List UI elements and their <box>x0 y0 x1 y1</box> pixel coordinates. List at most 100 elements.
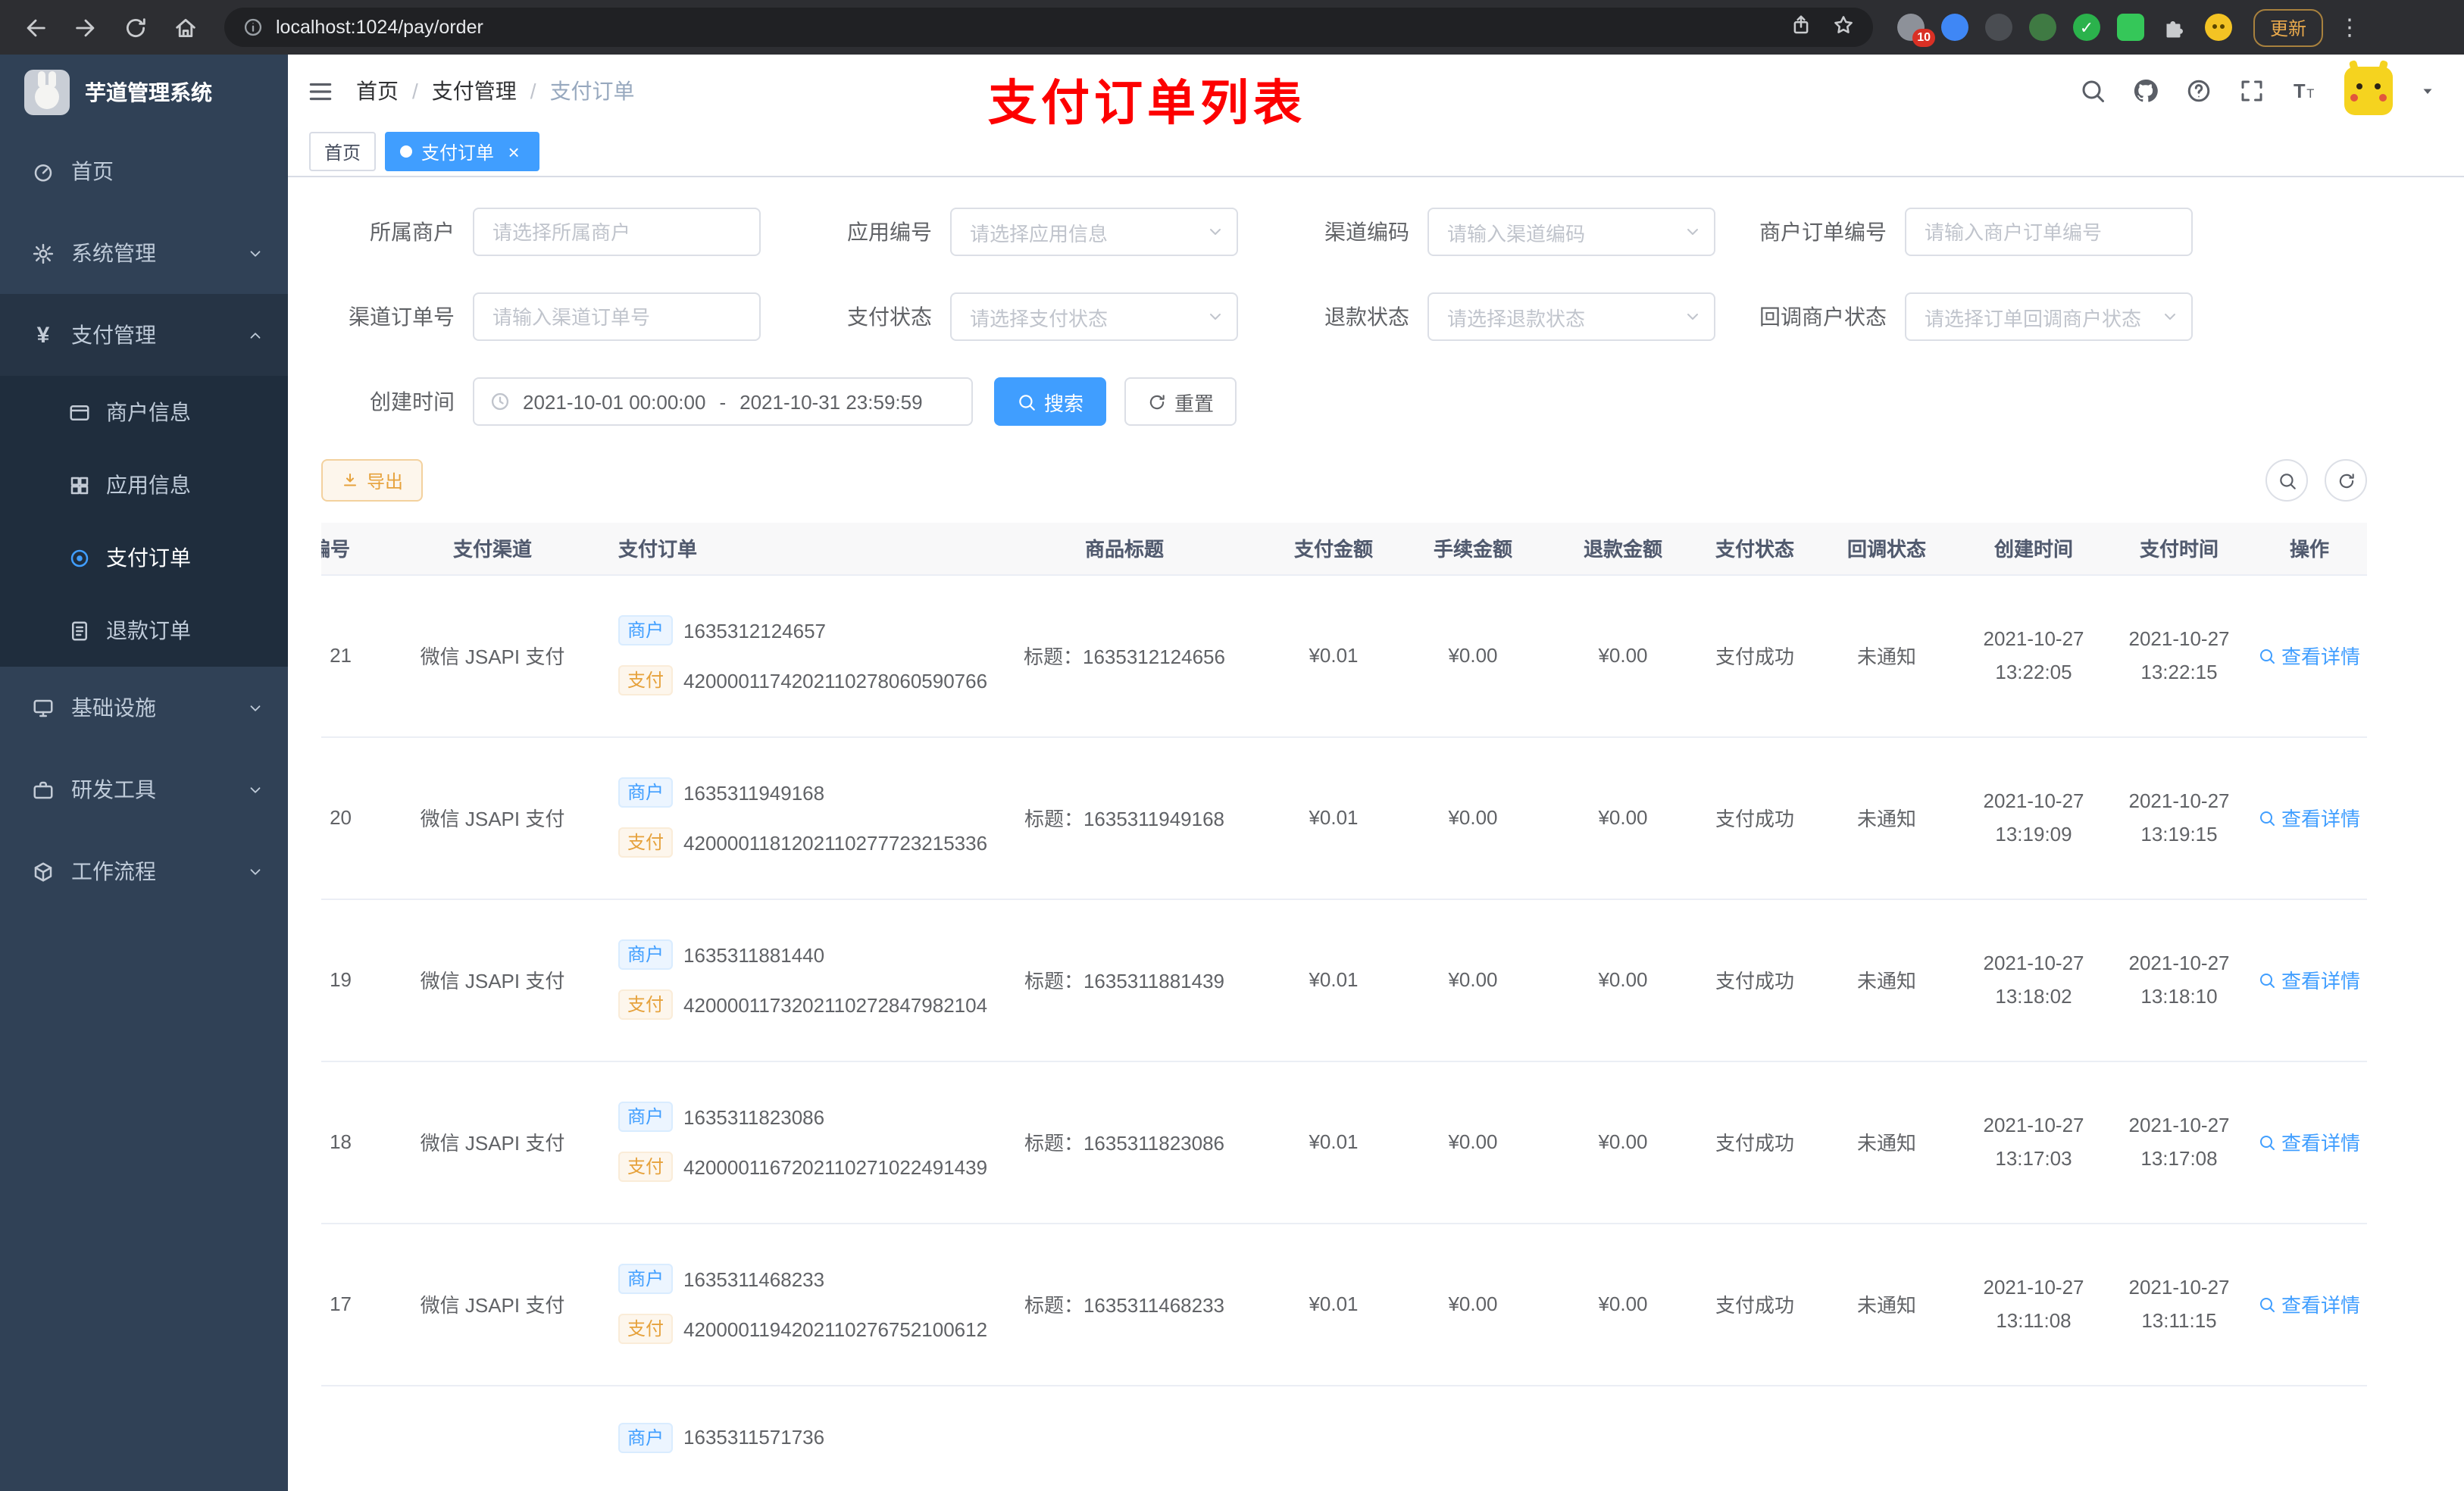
chevron-down-icon <box>1687 314 1698 320</box>
toggle-search-button[interactable] <box>2265 459 2308 502</box>
table-toolbar: 导出 <box>321 459 2434 502</box>
sidebar-item-home[interactable]: 首页 <box>0 130 288 212</box>
pay-status-select[interactable]: 请选择支付状态 <box>950 292 1238 341</box>
fee-amount: ¥0.00 <box>1397 1061 1549 1224</box>
order-id: 20 <box>321 736 379 899</box>
fee-amount: ¥0.00 <box>1397 1223 1549 1386</box>
notify-status: 未通知 <box>1812 1061 1961 1224</box>
user-avatar[interactable] <box>2344 60 2393 115</box>
tags-view-bar: 首页 支付订单 × <box>288 127 2464 177</box>
search-icon <box>1019 394 1035 410</box>
monitor-icon <box>30 696 56 719</box>
site-info-icon[interactable] <box>242 17 264 38</box>
breadcrumb-payment[interactable]: 支付管理 <box>432 76 517 106</box>
home-icon[interactable] <box>165 8 205 47</box>
refund-status-select[interactable]: 请选择退款状态 <box>1427 292 1715 341</box>
create-time: 2021-10-27 13:18:02 <box>1961 899 2106 1061</box>
pay-order-cell: 商户 1635311881440 支付 4200001173202110272847… <box>618 939 987 1020</box>
breadcrumb-home[interactable]: 首页 <box>356 76 399 106</box>
browser-menu-icon[interactable]: ⋮ <box>2338 14 2361 41</box>
extension-icon-dark[interactable] <box>1985 14 2012 41</box>
refresh-table-button[interactable] <box>2325 459 2367 502</box>
merchant-order-no: 1635311571736 <box>683 1426 825 1449</box>
forward-icon[interactable] <box>65 8 105 47</box>
reset-button[interactable]: 重置 <box>1124 377 1237 426</box>
extension-icon-badged[interactable]: 10 <box>1897 14 1935 47</box>
app-title: 芋道管理系统 <box>85 80 212 105</box>
create-time-range-picker[interactable]: 2021-10-01 00:00:00 - 2021-10-31 23:59:5… <box>473 377 973 426</box>
app-select[interactable]: 请选择应用信息 <box>950 208 1238 256</box>
extension-icon-blue[interactable] <box>1941 14 1968 41</box>
refresh-icon <box>2338 473 2353 488</box>
view-detail-link[interactable]: 查看详情 <box>2259 1127 2360 1156</box>
order-id <box>321 1385 379 1491</box>
chevron-down-icon <box>247 863 264 880</box>
sidebar-item-workflow[interactable]: 工作流程 <box>0 830 288 912</box>
close-icon[interactable]: × <box>503 141 524 162</box>
reload-icon[interactable] <box>115 8 155 47</box>
browser-toolbar: localhost:1024/pay/order 10 ✓ 更新 ⋮ <box>0 0 2464 55</box>
refund-amount: ¥0.00 <box>1549 574 1697 737</box>
back-icon[interactable] <box>15 8 55 47</box>
bookmark-star-icon[interactable] <box>1832 14 1855 41</box>
refund-amount: ¥0.00 <box>1549 1223 1697 1386</box>
sidebar-item-system[interactable]: 系统管理 <box>0 212 288 294</box>
export-button[interactable]: 导出 <box>321 459 424 502</box>
tab-pay-order[interactable]: 支付订单 × <box>385 132 540 171</box>
sidebar-item-payment[interactable]: ¥ 支付管理 <box>0 294 288 376</box>
tab-home[interactable]: 首页 <box>309 132 377 171</box>
extensions-puzzle-icon[interactable] <box>2161 14 2188 41</box>
merchant-order-no-input[interactable] <box>1905 208 2193 256</box>
pay-amount: ¥0.01 <box>1270 1223 1397 1386</box>
profile-avatar-icon[interactable] <box>2205 14 2232 41</box>
search-button[interactable]: 搜索 <box>994 377 1107 426</box>
browser-extensions: 10 ✓ <box>1897 14 2232 47</box>
extension-icon-check[interactable]: ✓ <box>2073 14 2100 41</box>
browser-update-button[interactable]: 更新 <box>2253 8 2324 46</box>
merchant-input[interactable] <box>473 208 761 256</box>
pay-channel <box>379 1385 606 1491</box>
search-icon[interactable] <box>2079 77 2106 105</box>
pay-amount: ¥0.01 <box>1270 1061 1397 1224</box>
pay-order-cell: 商户 1635311468233 支付 4200001194202110276752… <box>618 1264 987 1344</box>
sidebar-item-app-info[interactable]: 应用信息 <box>0 449 288 521</box>
channel-order-no-input[interactable] <box>473 292 761 341</box>
breadcrumb-current: 支付订单 <box>549 79 635 103</box>
view-detail-link[interactable]: 查看详情 <box>2259 803 2360 832</box>
table-row: 商户 1635311571736 <box>321 1385 2367 1491</box>
pay-amount: ¥0.01 <box>1270 574 1397 737</box>
view-detail-link[interactable]: 查看详情 <box>2259 641 2360 670</box>
help-icon[interactable] <box>2185 77 2212 105</box>
orders-table: 编号 支付渠道 支付订单 商品标题 支付金额 手续金额 退款金额 支付状态 回调… <box>321 523 2367 1491</box>
tab-label: 首页 <box>324 142 361 163</box>
extension-icon-green-square[interactable] <box>2117 14 2144 41</box>
font-size-icon[interactable]: TT <box>2291 77 2319 105</box>
address-bar[interactable]: localhost:1024/pay/order <box>224 8 1873 47</box>
view-detail-link[interactable]: 查看详情 <box>2259 965 2360 994</box>
github-icon[interactable] <box>2132 77 2159 105</box>
gear-icon <box>30 242 56 264</box>
page-annotation: 支付订单列表 <box>988 76 1307 130</box>
notify-status-select[interactable]: 请选择订单回调商户状态 <box>1905 292 2193 341</box>
avatar-caret-icon[interactable] <box>2419 82 2437 100</box>
extension-icon-green[interactable] <box>2029 14 2056 41</box>
sidebar-item-dev-tools[interactable]: 研发工具 <box>0 749 288 830</box>
pay-channel: 微信 JSAPI 支付 <box>379 899 606 1061</box>
cube-icon <box>30 860 56 883</box>
fullscreen-icon[interactable] <box>2238 77 2265 105</box>
top-navbar: 首页 / 支付管理 / 支付订单 支付订单列表 TT <box>288 55 2464 130</box>
sidebar-item-pay-order[interactable]: 支付订单 <box>0 521 288 594</box>
refund-amount: ¥0.00 <box>1549 736 1697 899</box>
view-detail-link[interactable]: 查看详情 <box>2259 1289 2360 1318</box>
sidebar-item-label: 基础设施 <box>71 695 156 720</box>
circle-dot-icon <box>67 546 92 569</box>
sidebar-item-infrastructure[interactable]: 基础设施 <box>0 667 288 749</box>
sidebar-item-refund-order[interactable]: 退款订单 <box>0 594 288 667</box>
app-logo <box>24 70 70 115</box>
channel-code-select[interactable]: 请输入渠道编码 <box>1427 208 1715 256</box>
share-icon[interactable] <box>1790 14 1812 41</box>
pay-channel: 微信 JSAPI 支付 <box>379 574 606 737</box>
sidebar-item-label: 系统管理 <box>71 241 156 265</box>
sidebar-toggle-icon[interactable] <box>306 77 335 105</box>
sidebar-item-merchant-info[interactable]: 商户信息 <box>0 376 288 449</box>
